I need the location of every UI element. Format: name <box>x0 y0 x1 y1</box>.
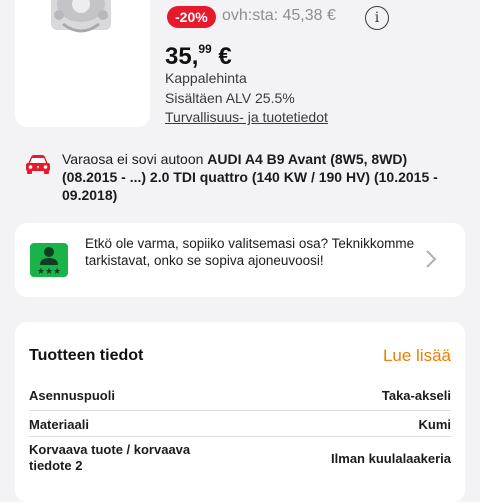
info-icon[interactable]: i <box>365 6 389 30</box>
expert-icon: ★★★ <box>30 243 68 277</box>
expert-person-icon: ★★★ <box>37 247 61 277</box>
chevron-right-icon <box>426 250 437 268</box>
compatibility-warning: Varaosa ei sovi autoon AUDI A4 B9 Avant … <box>62 150 462 204</box>
old-price: ovh:sta: 45,38 € <box>222 7 336 24</box>
detail-label: Asennuspuoli <box>29 388 115 403</box>
detail-row-mounting-side: Asennuspuoli Taka-akseli <box>29 388 451 403</box>
detail-value: Kumi <box>418 417 452 432</box>
expert-check-text: Etkö ole varma, sopiiko valitsemasi osa?… <box>85 236 415 268</box>
detail-row-material: Materiaali Kumi <box>29 417 451 432</box>
price-main: 35, <box>165 43 199 70</box>
price-cents: 99 <box>198 42 212 56</box>
svg-text:★★★: ★★★ <box>37 267 61 277</box>
read-more-link[interactable]: Lue lisää <box>383 346 451 366</box>
car-warning-icon <box>26 155 50 174</box>
detail-row-replacement: Korvaava tuote / korvaava tiedote 2 Ilma… <box>29 442 451 474</box>
safety-info-link[interactable]: Turvallisuus- ja tuotetiedot <box>165 109 328 125</box>
divider <box>29 410 451 411</box>
product-image-card[interactable] <box>15 0 150 127</box>
price-currency: € <box>218 43 232 70</box>
discount-badge: -20% <box>167 6 216 28</box>
details-title: Tuotteen tiedot <box>29 347 144 364</box>
vat-label: Sisältäen ALV 25.5% <box>165 90 295 106</box>
compatibility-prefix: Varaosa ei sovi autoon <box>62 151 208 167</box>
product-image <box>51 0 111 33</box>
unit-price-label: Kappalehinta <box>165 70 247 86</box>
detail-label: Korvaava tuote / korvaava tiedote 2 <box>29 442 191 473</box>
detail-value: Taka-akseli <box>381 388 451 403</box>
divider <box>29 436 451 437</box>
detail-label: Materiaali <box>29 417 89 432</box>
detail-value: Ilman kuulalaakeria <box>331 450 451 466</box>
product-details-card: Tuotteen tiedot Lue lisää Asennuspuoli T… <box>15 322 465 502</box>
price: 35,99 € <box>165 42 232 71</box>
expert-check-card[interactable]: ★★★ Etkö ole varma, sopiiko valitsemasi … <box>15 223 465 297</box>
